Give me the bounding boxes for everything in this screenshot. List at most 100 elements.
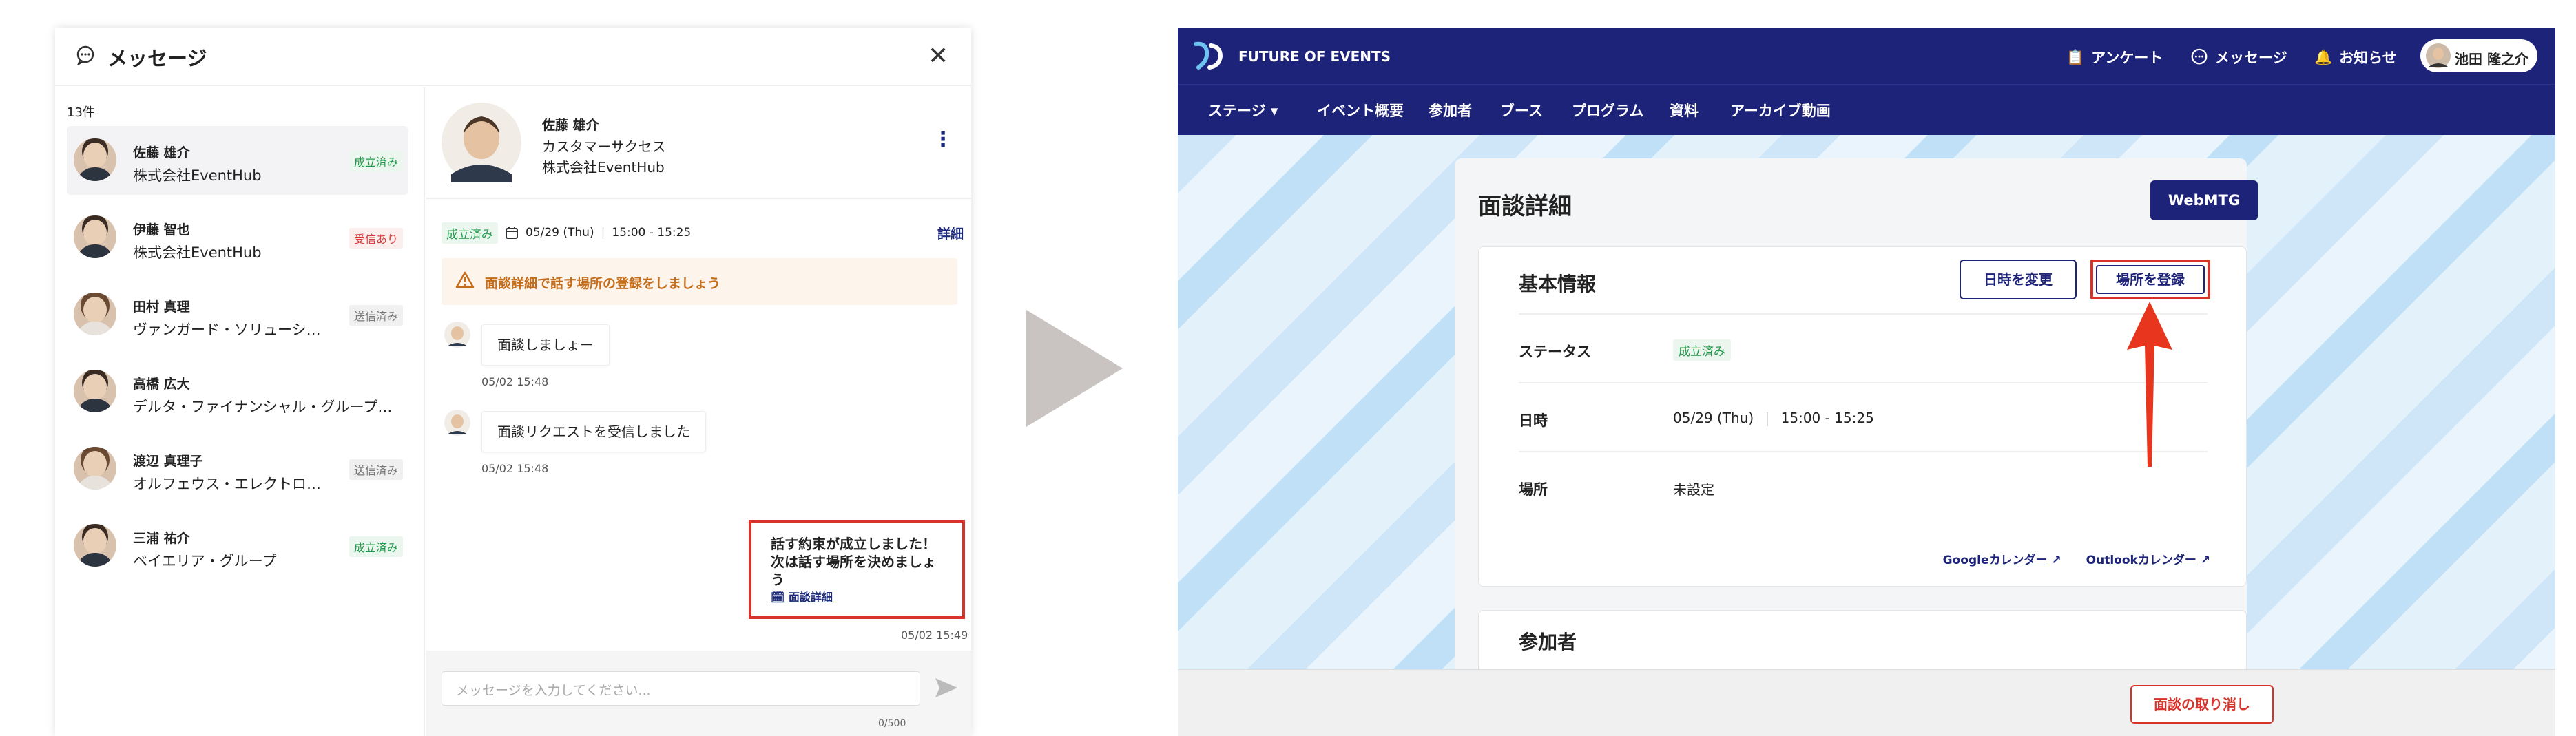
avatar	[74, 215, 116, 258]
datetime-label: 日時	[1519, 412, 1548, 429]
contact-company: 株式会社EventHub	[133, 167, 262, 184]
message-time: 05/02 15:48	[481, 462, 549, 475]
message-time: 05/02 15:49	[901, 629, 968, 642]
outlook-calendar-link[interactable]: Outlookカレンダー ↗	[2086, 550, 2210, 567]
status-badge: 成立済み	[349, 536, 403, 557]
meeting-date: 05/29 (Thu)	[526, 226, 594, 240]
avatar	[74, 447, 116, 490]
avatar	[74, 293, 116, 335]
main-menu: ステージ ▾ イベント概要 参加者 ブース プログラム 資料 アーカイブ動画	[1178, 84, 2555, 135]
place-row: 場所 未設定	[1519, 451, 2208, 520]
section-title: 参加者	[1519, 631, 1577, 653]
notifications-link[interactable]: 🔔 お知らせ	[2314, 47, 2397, 67]
contact-company: 株式会社EventHub	[542, 159, 665, 176]
contact-company: ベイエリア・グループ	[133, 553, 277, 569]
separator: |	[1765, 410, 1770, 426]
menu-item-stage[interactable]: ステージ ▾	[1208, 100, 1278, 120]
page-title: 面談詳細	[1478, 193, 1572, 220]
survey-link[interactable]: 📋 アンケート	[2066, 47, 2163, 67]
message-bubble: 面談しましょー	[481, 324, 610, 366]
menu-item-participants[interactable]: 参加者	[1429, 100, 1472, 120]
meeting-detail-link[interactable]: 🗓 面談詳細	[771, 589, 833, 607]
event-app: FUTURE OF EVENTS 📋 アンケート メッセージ 🔔 お知らせ 池田 隆…	[1178, 28, 2555, 736]
menu-item-program[interactable]: プログラム	[1572, 100, 1643, 120]
conversation-count: 13件	[67, 105, 95, 120]
message-line: 次は話す場所を決めましょう	[771, 554, 936, 588]
message-time: 05/02 15:48	[481, 375, 549, 388]
place-label: 場所	[1519, 481, 1548, 498]
detail-link[interactable]: 詳細	[937, 224, 964, 242]
meeting-time: 15:00 - 15:25	[612, 226, 692, 240]
chat-bubble-icon	[2191, 48, 2208, 65]
more-options-icon[interactable]: ⋮	[933, 129, 953, 150]
chat-panel: 佐藤 雄介 カスタマーサクセス 株式会社EventHub ⋮ 成立済み 05/2…	[426, 87, 971, 736]
messages-link[interactable]: メッセージ	[2190, 47, 2287, 67]
survey-label: アンケート	[2091, 50, 2163, 66]
menu-item-booths[interactable]: ブース	[1500, 100, 1543, 120]
datetime-row: 日時 05/29 (Thu) | 15:00 - 15:25	[1519, 382, 2208, 451]
avatar	[74, 370, 116, 412]
user-menu[interactable]: 池田 隆之介	[2420, 39, 2537, 72]
brand-name: FUTURE OF EVENTS	[1238, 48, 1391, 65]
close-icon[interactable]: ✕	[928, 44, 948, 69]
webmtg-button[interactable]: WebMTG	[2150, 180, 2258, 220]
avatar	[2426, 43, 2451, 68]
status-label: ステータス	[1519, 344, 1591, 360]
menu-item-label: ステージ	[1208, 103, 1266, 119]
contact-name: 三浦 祐介	[133, 531, 190, 546]
register-place-button[interactable]: 場所を登録	[2090, 260, 2210, 299]
calendar-links: Googleカレンダー ↗ Outlookカレンダー ↗	[1943, 550, 2210, 567]
avatar	[442, 103, 521, 182]
send-icon[interactable]	[933, 674, 960, 702]
list-item[interactable]: 佐藤 雄介 株式会社EventHub 成立済み	[67, 126, 408, 195]
separator: |	[601, 226, 605, 240]
list-item[interactable]: 三浦 祐介 ベイエリア・グループ 成立済み	[67, 512, 408, 580]
contact-name: 佐藤 雄介	[542, 118, 599, 133]
status-badge: 成立済み	[442, 222, 498, 244]
contact-name: 伊藤 智也	[133, 222, 190, 238]
change-datetime-button[interactable]: 日時を変更	[1960, 260, 2077, 299]
contact-name: 佐藤 雄介	[133, 145, 190, 160]
section-title: 基本情報	[1519, 273, 1597, 295]
menu-item-archive-videos[interactable]: アーカイブ動画	[1730, 100, 1831, 120]
char-counter: 0/500	[878, 718, 906, 729]
list-item[interactable]: 渡辺 真理子 オルフェウス・エレクトロニ… 送信済み	[67, 434, 408, 503]
annotation-arrow-icon	[2127, 302, 2172, 467]
contact-company: 株式会社EventHub	[133, 244, 262, 261]
outlook-calendar-label: Outlookカレンダー	[2086, 554, 2196, 567]
message-bubble: 面談リクエストを受信しました	[481, 411, 706, 452]
warning-banner: 面談詳細で話す場所の登録をしましょう	[442, 258, 957, 305]
external-link-icon: ↗	[2200, 554, 2210, 567]
messages-header: メッセージ ✕	[55, 28, 971, 86]
contact-name: 田村 真理	[133, 299, 190, 315]
messages-panel: メッセージ ✕ 13件 佐藤 雄介 株式会社EventHub 成立済み 伊藤 智…	[55, 28, 971, 736]
list-item[interactable]: 田村 真理 ヴァンガード・ソリューショ… 送信済み	[67, 280, 408, 349]
contact-company: ヴァンガード・ソリューショ…	[133, 322, 333, 338]
notifications-label: お知らせ	[2339, 50, 2397, 66]
cancel-meeting-button[interactable]: 面談の取り消し	[2130, 685, 2274, 724]
status-badge: 成立済み	[349, 151, 403, 171]
message-input[interactable]: メッセージを入力してください...	[442, 671, 920, 706]
top-navbar: FUTURE OF EVENTS 📋 アンケート メッセージ 🔔 お知らせ 池田 隆…	[1178, 28, 2555, 84]
datetime-value: 05/29 (Thu) | 15:00 - 15:25	[1673, 410, 1874, 426]
menu-item-event-overview[interactable]: イベント概要	[1317, 100, 1404, 120]
contact-role: カスタマーサクセス	[542, 138, 666, 155]
warning-icon	[455, 271, 475, 288]
list-item[interactable]: 伊藤 智也 株式会社EventHub 受信あり	[67, 203, 408, 272]
google-calendar-link[interactable]: Googleカレンダー ↗	[1943, 550, 2061, 567]
date-value: 05/29 (Thu)	[1673, 410, 1754, 426]
meeting-meta: 成立済み 05/29 (Thu) | 15:00 - 15:25	[442, 222, 691, 244]
messages-label: メッセージ	[2215, 50, 2287, 66]
footer-bar: 面談の取り消し	[1178, 669, 2555, 736]
composer: メッセージを入力してください... 0/500	[426, 651, 971, 736]
status-badge: 受信あり	[349, 228, 403, 249]
time-value: 15:00 - 15:25	[1780, 410, 1874, 426]
list-item[interactable]: 高橋 広大 デルタ・ファイナンシャル・グループ合…	[67, 357, 408, 426]
chevron-down-icon: ▾	[1270, 103, 1278, 119]
register-place-label: 場所を登録	[2096, 265, 2205, 294]
status-badge: 成立済み	[1673, 339, 1731, 361]
external-link-icon: ↗	[2051, 554, 2061, 567]
avatar	[444, 322, 470, 348]
menu-item-materials[interactable]: 資料	[1670, 100, 1699, 120]
avatar	[444, 410, 470, 436]
